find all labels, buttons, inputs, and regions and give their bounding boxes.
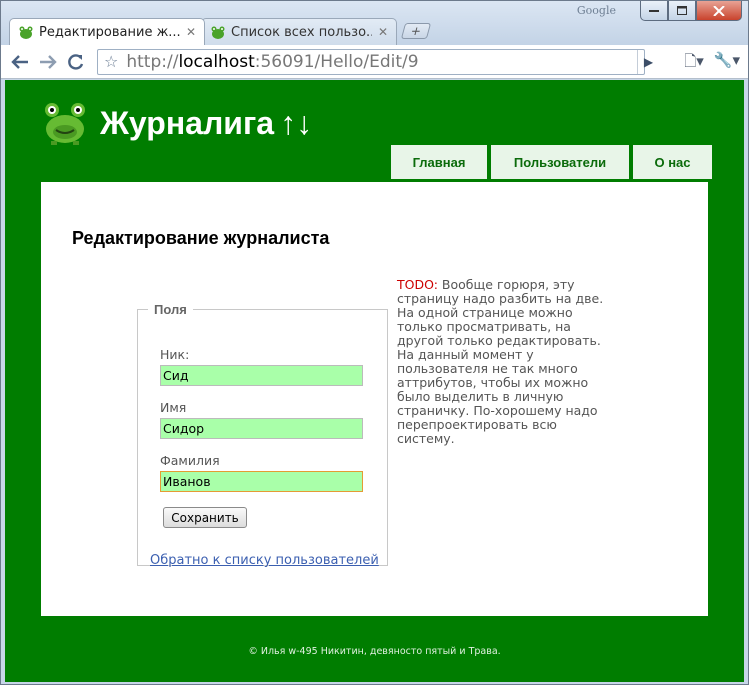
new-tab-button[interactable]: + [400,23,432,39]
brand-label: Google [576,4,616,17]
form-legend: Поля [154,302,187,317]
star-icon[interactable]: ☆ [104,52,118,71]
reload-icon[interactable] [63,49,89,75]
title-bar: Google Редактирование ж... ✕ Список всех… [1,1,748,45]
tab-users-list[interactable]: Список всех пользо... ✕ [201,18,397,45]
site-title[interactable]: Журналига ↑↓ [100,105,312,142]
main-content: Редактирование журналиста Поля Ник: Сид … [41,182,708,616]
back-arrow-icon[interactable] [7,49,33,75]
tab-close-icon[interactable]: ✕ [186,25,196,39]
first-name-label: Имя [160,400,187,415]
window-controls [640,1,742,21]
todo-text: Вообще горюря, эту страницу надо разбить… [397,277,604,446]
browser-window: Google Редактирование ж... ✕ Список всех… [0,0,749,685]
close-icon[interactable] [696,1,742,21]
edit-form: Поля Ник: Сид Имя Сидор Фамилия Иванов С… [137,302,388,568]
nick-label: Ник: [160,347,190,362]
address-bar[interactable]: ☆ http://localhost:56091/Hello/Edit/9 [97,48,645,75]
forward-arrow-icon[interactable] [35,49,61,75]
main-menu: Главная Пользователи О нас [391,145,712,179]
nick-input[interactable]: Сид [160,365,363,386]
todo-tag: TODO: [397,277,438,292]
last-name-input[interactable]: Иванов [160,471,363,492]
todo-note: TODO: Вообще горюря, эту страницу надо р… [397,278,609,446]
alien-favicon-icon [211,26,225,39]
tab-edit-journalist[interactable]: Редактирование ж... ✕ [9,18,205,45]
tab-title: Редактирование ж... [39,24,180,40]
url-text: http://localhost:56091/Hello/Edit/9 [126,51,419,72]
toolbar-menus: 🗋▾ 🔧▾ [684,51,740,76]
wrench-icon[interactable]: 🔧▾ [714,51,740,76]
browser-toolbar: ☆ http://localhost:56091/Hello/Edit/9 ▶ … [1,45,748,79]
back-to-users-link[interactable]: Обратно к списку пользователей [150,553,379,568]
alien-favicon-icon [19,26,33,39]
menu-item-users[interactable]: Пользователи [491,145,629,179]
menu-item-about[interactable]: О нас [633,145,712,179]
tab-close-icon[interactable]: ✕ [378,25,388,39]
last-name-label: Фамилия [160,453,220,468]
menu-item-home[interactable]: Главная [391,145,487,179]
minimize-icon[interactable] [640,1,668,21]
first-name-input[interactable]: Сидор [160,418,363,439]
tab-title: Список всех пользо... [231,24,372,40]
page-footer: © Илья w-495 Никитин, девяносто пятый и … [248,646,501,657]
page-viewport: Журналига ↑↓ Главная Пользователи О нас Р… [5,80,744,682]
tab-strip: Редактирование ж... ✕ Список всех пользо… [9,18,432,45]
save-button[interactable]: Сохранить [163,507,247,528]
page-title: Редактирование журналиста [72,228,330,248]
maximize-icon[interactable] [668,1,696,21]
go-icon[interactable]: ▶ [637,50,659,74]
page-icon[interactable]: 🗋▾ [684,51,704,76]
alien-logo-icon [45,103,85,145]
